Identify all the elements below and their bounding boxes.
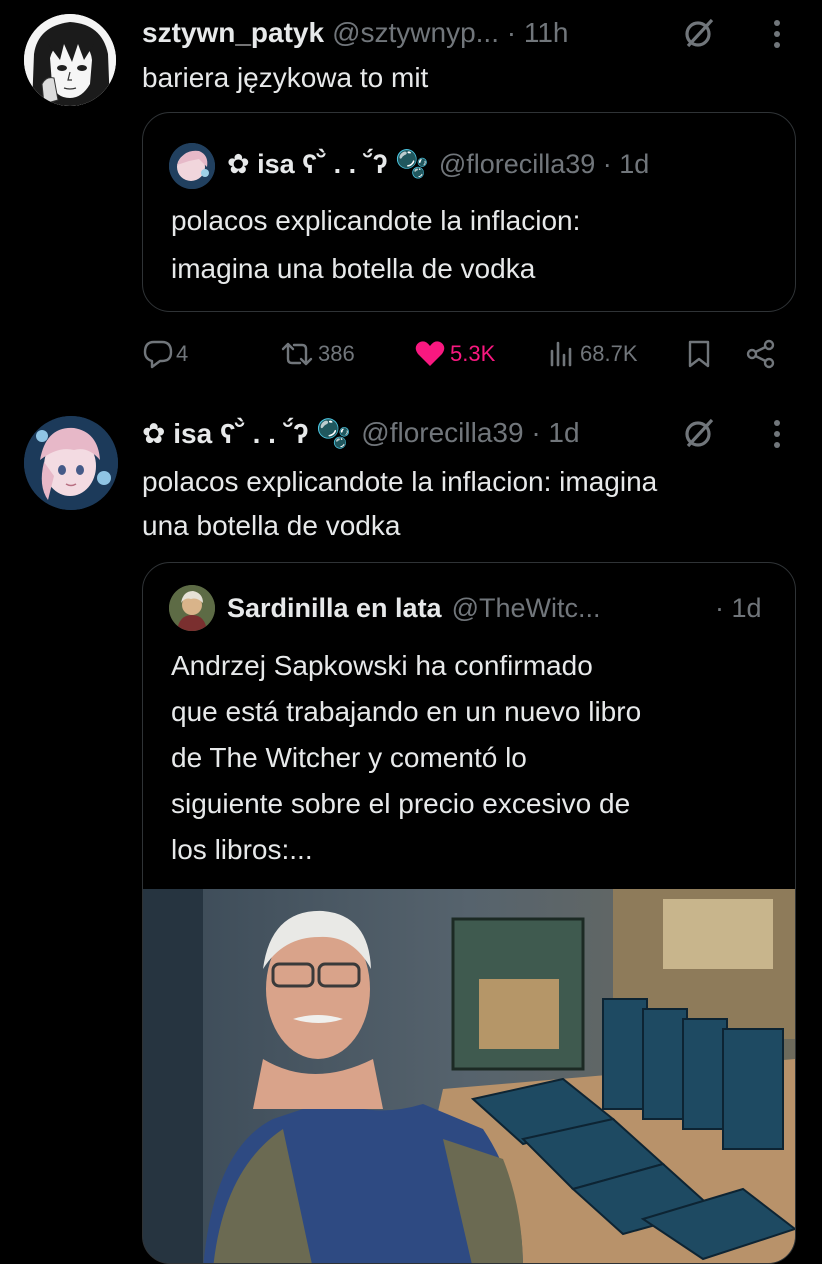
text-line: una botella de vodka: [142, 510, 401, 541]
quoted-tweet-text: polacos explicandote la inflacion: imagi…: [171, 197, 580, 293]
repost-count: 386: [318, 341, 355, 366]
grok-icon[interactable]: [680, 14, 718, 52]
text-line: que está trabajando en un nuevo libro: [171, 696, 642, 727]
grok-icon[interactable]: [680, 414, 718, 452]
handle-time[interactable]: @sztywnyp... · 11h: [332, 17, 568, 49]
timestamp[interactable]: · 1d: [715, 591, 762, 625]
handle-time[interactable]: @florecilla39 · 1d: [439, 149, 650, 180]
bookmark-icon[interactable]: [682, 336, 716, 372]
quoted-tweet[interactable]: ✿ isa ʕ˘̀ . . ˘́ʔ 🫧 @florecilla39 · 1d p…: [142, 112, 796, 312]
handle-time[interactable]: @florecilla39 · 1d: [361, 417, 579, 449]
text-line: los libros:...: [171, 834, 313, 865]
share-icon[interactable]: [742, 336, 780, 372]
avatar-image: [169, 585, 215, 631]
views-icon: [548, 339, 576, 369]
tweet-text: polacos explicandote la inflacion: imagi…: [142, 460, 657, 548]
display-name[interactable]: sztywn_patyk: [142, 17, 324, 49]
quoted-tweet-text: Andrzej Sapkowski ha confirmado que está…: [171, 643, 641, 873]
text-line: imagina una botella de vodka: [171, 253, 536, 284]
views-button[interactable]: 68.7K: [548, 334, 638, 374]
repost-button[interactable]: 386: [280, 334, 355, 374]
views-count: 68.7K: [580, 341, 638, 366]
avatar[interactable]: [24, 416, 118, 510]
text-line: polacos explicandote la inflacion:: [171, 205, 581, 236]
text-line: polacos explicandote la inflacion: imagi…: [142, 466, 658, 497]
like-count: 5.3K: [450, 341, 496, 366]
more-icon[interactable]: [762, 414, 792, 454]
anime-avatar-image: [169, 143, 215, 189]
display-name[interactable]: Sardinilla en lata: [227, 593, 442, 624]
like-button[interactable]: 5.3K: [414, 334, 495, 374]
more-icon[interactable]: [762, 14, 792, 54]
handle[interactable]: @TheWitc...: [452, 593, 601, 624]
manga-portrait-image: [24, 14, 116, 106]
reply-icon: [142, 339, 174, 369]
text-line: siguiente sobre el precio excesivo de: [171, 788, 631, 819]
display-name[interactable]: ✿ isa ʕ˘̀ . . ˘́ʔ 🫧: [142, 417, 351, 450]
display-name[interactable]: ✿ isa ʕ˘̀ . . ˘́ʔ 🫧: [227, 148, 429, 180]
author-with-books-photo: [143, 889, 795, 1263]
avatar[interactable]: [169, 585, 215, 631]
text-line: Andrzej Sapkowski ha confirmado: [171, 650, 593, 681]
reply-button[interactable]: 4: [142, 334, 188, 374]
heart-icon: [414, 339, 446, 369]
repost-icon: [280, 339, 314, 369]
tweet-photo[interactable]: [143, 889, 795, 1263]
avatar[interactable]: [24, 14, 116, 106]
avatar[interactable]: [169, 143, 215, 189]
action-bar: 4 386 5.3K 68.7K: [142, 334, 794, 374]
reply-count: 4: [176, 341, 189, 366]
anime-avatar-image: [24, 416, 118, 510]
tweet-text: bariera językowa to mit: [142, 62, 429, 93]
text-line: de The Witcher y comentó lo: [171, 742, 527, 773]
quoted-tweet[interactable]: Sardinilla en lata @TheWitc... · 1d Andr…: [142, 562, 796, 1264]
